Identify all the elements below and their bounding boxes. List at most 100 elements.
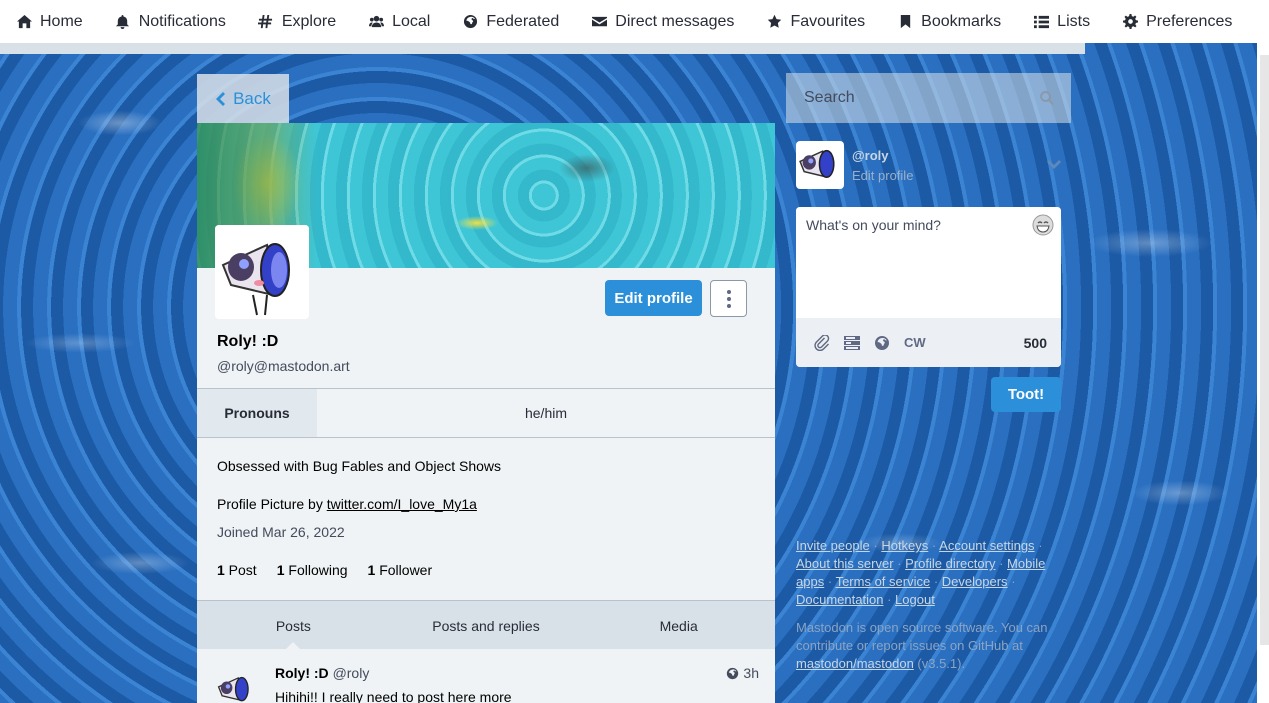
home-icon <box>16 14 32 30</box>
toot-button[interactable]: Toot! <box>991 377 1061 412</box>
nav-home[interactable]: Home <box>0 0 99 43</box>
nav-label: Notifications <box>138 12 226 30</box>
following-count-label: Following <box>284 562 348 578</box>
nav-label: Home <box>40 12 83 30</box>
tab-posts[interactable]: Posts <box>197 601 390 650</box>
status-item[interactable]: Roly! :D @roly 3h Hihihi!! I really need… <box>197 649 775 703</box>
separator: · <box>873 538 878 553</box>
megaphone-avatar-image <box>215 669 257 703</box>
nav-direct-messages[interactable]: Direct messages <box>575 0 750 43</box>
posts-count-number: 1 <box>217 562 225 578</box>
following-count-number: 1 <box>276 562 285 578</box>
profile-directory-link[interactable]: Profile directory <box>905 556 995 571</box>
globe-icon <box>875 335 889 350</box>
attach-media-button[interactable] <box>814 334 830 351</box>
logout-link[interactable]: Logout <box>895 592 935 607</box>
nav-label: Bookmarks <box>921 12 1002 30</box>
profile-tabs: Posts Posts and replies Media <box>197 600 775 650</box>
terms-of-service-link[interactable]: Terms of service <box>836 574 931 589</box>
star-icon <box>766 14 782 30</box>
about-server-link[interactable]: About this server <box>796 556 894 571</box>
nav-local[interactable]: Local <box>352 0 446 43</box>
separator: · <box>931 538 937 553</box>
profile-panel: Edit profile Roly! :D @roly@mastodon.art… <box>197 123 775 703</box>
bio-text: Obsessed with Bug Fables and Object Show… <box>217 458 502 474</box>
visibility-button[interactable] <box>874 335 890 351</box>
nav-explore[interactable]: Explore <box>242 0 352 43</box>
compose-textarea[interactable] <box>796 207 1061 318</box>
users-icon <box>368 14 384 30</box>
separator: · <box>887 592 892 607</box>
edit-profile-link[interactable]: Edit profile <box>852 168 913 183</box>
bookmark-icon <box>897 14 913 30</box>
footer-links: Invite people · Hotkeys · Account settin… <box>796 537 1061 609</box>
bio-credit-prefix: Profile Picture by <box>217 496 327 512</box>
my-avatar[interactable] <box>796 141 844 189</box>
separator: · <box>933 574 939 589</box>
globe-icon <box>727 667 739 679</box>
character-counter: 500 <box>1023 334 1047 351</box>
followers-count[interactable]: 1 Follower <box>368 562 433 578</box>
search-icon[interactable] <box>1039 90 1055 106</box>
back-button[interactable]: Back <box>197 74 289 123</box>
posts-count[interactable]: 1 Post <box>217 562 257 578</box>
invite-people-link[interactable]: Invite people <box>796 538 870 553</box>
separator: · <box>897 556 902 571</box>
separator: · <box>827 574 833 589</box>
navigation-bar-account: @roly Edit profile <box>796 141 1061 191</box>
nav-favourites[interactable]: Favourites <box>750 0 881 43</box>
hashtag-icon <box>258 14 274 30</box>
add-poll-button[interactable] <box>844 335 860 351</box>
my-handle[interactable]: @roly <box>852 148 889 163</box>
documentation-link[interactable]: Documentation <box>796 592 883 607</box>
post-time-label: 3h <box>743 665 759 681</box>
scrollbar-area[interactable] <box>1257 0 1269 703</box>
post-display-name: Roly! :D <box>275 665 329 681</box>
nav-label: Favourites <box>790 12 866 30</box>
bio-link[interactable]: twitter.com/I_love_My1a <box>327 496 477 512</box>
back-label: Back <box>233 88 271 108</box>
chevron-left-icon <box>216 91 226 106</box>
envelope-icon <box>591 14 607 30</box>
compose-form: CW 500 <box>796 207 1061 367</box>
list-icon <box>1033 14 1049 30</box>
scrollbar[interactable] <box>1260 55 1269 645</box>
post-content: Hihihi!! I really need to post here more <box>275 689 512 703</box>
chevron-down-icon <box>1047 160 1061 169</box>
about-mastodon-text: Mastodon is open source software. You ca… <box>796 619 1061 673</box>
github-repo-link[interactable]: mastodon/mastodon <box>796 656 914 671</box>
hotkeys-link[interactable]: Hotkeys <box>881 538 928 553</box>
post-avatar[interactable] <box>215 669 257 703</box>
nav-preferences[interactable]: Preferences <box>1106 0 1248 43</box>
paperclip-icon <box>814 334 830 351</box>
emoji-picker-icon[interactable] <box>1032 214 1054 236</box>
gear-icon <box>1122 14 1138 30</box>
nav-bookmarks[interactable]: Bookmarks <box>881 0 1017 43</box>
tab-media[interactable]: Media <box>582 601 775 650</box>
separator: · <box>1038 538 1043 553</box>
search-bar <box>786 73 1071 123</box>
tab-posts-and-replies[interactable]: Posts and replies <box>390 601 583 650</box>
poll-icon <box>844 335 860 350</box>
content-warning-button[interactable]: CW <box>904 335 926 350</box>
nav-notifications[interactable]: Notifications <box>99 0 242 43</box>
nav-lists[interactable]: Lists <box>1017 0 1106 43</box>
profile-fields: Pronouns he/him <box>197 388 775 438</box>
nav-label: Local <box>392 12 431 30</box>
avatar[interactable] <box>215 225 309 319</box>
edit-profile-button[interactable]: Edit profile <box>605 280 702 316</box>
nav-label: Federated <box>486 12 560 30</box>
account-handle: @roly@mastodon.art <box>217 358 350 374</box>
post-timestamp[interactable]: 3h <box>726 665 759 681</box>
account-menu-button[interactable] <box>1047 157 1061 175</box>
post-author[interactable]: Roly! :D @roly <box>275 665 369 681</box>
nav-label: Lists <box>1057 12 1091 30</box>
ellipsis-vertical-icon <box>726 289 731 308</box>
developers-link[interactable]: Developers <box>942 574 1008 589</box>
more-options-button[interactable] <box>710 280 747 317</box>
nav-underline <box>0 43 1085 54</box>
following-count[interactable]: 1 Following <box>277 562 348 578</box>
nav-federated[interactable]: Federated <box>446 0 575 43</box>
account-settings-link[interactable]: Account settings <box>939 538 1034 553</box>
search-input[interactable] <box>802 88 1039 108</box>
